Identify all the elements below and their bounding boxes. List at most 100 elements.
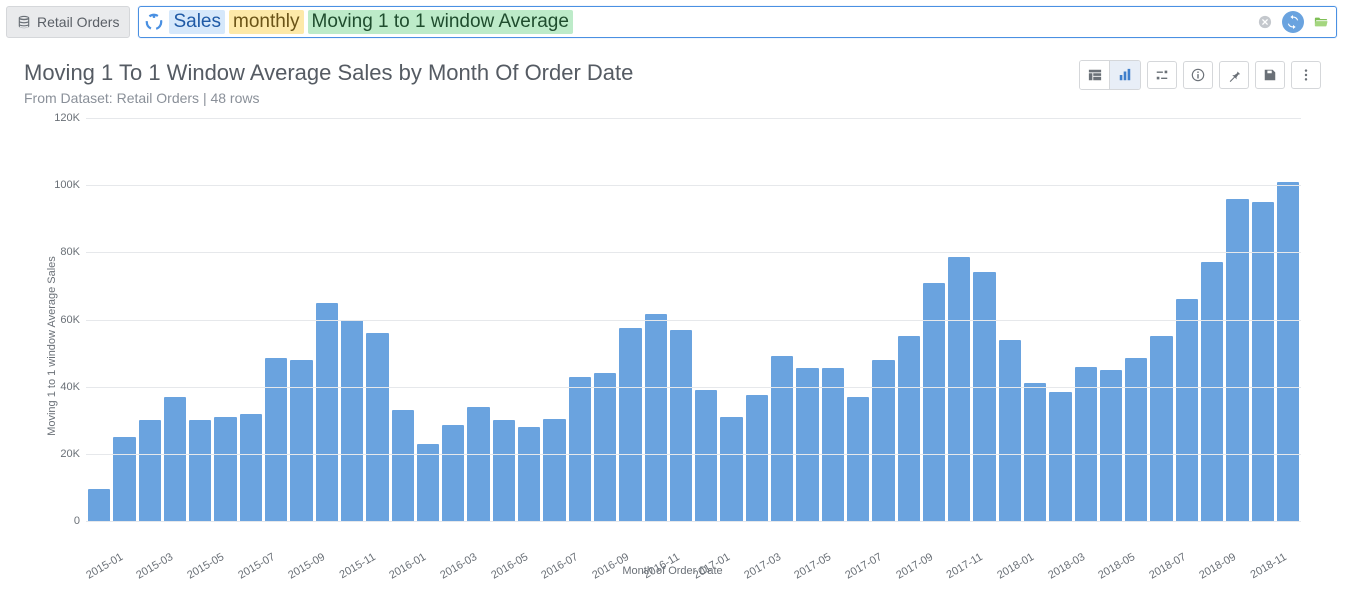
y-tick-label: 100K xyxy=(44,179,80,191)
bar[interactable] xyxy=(569,377,591,521)
bar[interactable] xyxy=(1125,358,1147,521)
query-input[interactable]: Sales monthly Moving 1 to 1 window Avera… xyxy=(138,6,1337,38)
bar[interactable] xyxy=(670,330,692,521)
bar[interactable] xyxy=(1075,367,1097,521)
query-tokens: Sales monthly Moving 1 to 1 window Avera… xyxy=(169,10,572,34)
bar[interactable] xyxy=(392,410,414,521)
bar[interactable] xyxy=(543,419,565,521)
x-tick-label: 2017-03 xyxy=(742,551,783,582)
bar[interactable] xyxy=(594,373,616,521)
more-button[interactable] xyxy=(1291,61,1321,89)
bar[interactable] xyxy=(695,390,717,521)
x-tick-label: 2015-01 xyxy=(84,551,125,582)
bar[interactable] xyxy=(999,340,1021,521)
bar[interactable] xyxy=(1201,262,1223,521)
bar[interactable] xyxy=(214,417,236,521)
bar[interactable] xyxy=(619,328,641,521)
bar[interactable] xyxy=(113,437,135,521)
clear-icon[interactable] xyxy=(1254,11,1276,33)
bar[interactable] xyxy=(746,395,768,521)
query-logo-icon xyxy=(145,13,163,31)
grid-line xyxy=(86,387,1301,388)
open-folder-icon[interactable] xyxy=(1310,11,1332,33)
bar[interactable] xyxy=(847,397,869,521)
x-tick-label: 2017-07 xyxy=(843,551,884,582)
chart-title: Moving 1 To 1 Window Average Sales by Mo… xyxy=(24,60,1079,86)
y-tick-label: 0 xyxy=(44,515,80,527)
bar[interactable] xyxy=(973,272,995,521)
bar[interactable] xyxy=(1176,299,1198,521)
bar[interactable] xyxy=(417,444,439,521)
x-ticks: 2015-012015-032015-052015-072015-092015-… xyxy=(86,523,1301,563)
bar[interactable] xyxy=(720,417,742,521)
bar[interactable] xyxy=(923,283,945,521)
bar[interactable] xyxy=(290,360,312,521)
save-button[interactable] xyxy=(1255,61,1285,89)
y-axis-label: Moving 1 to 1 window Average Sales xyxy=(46,256,58,436)
bar[interactable] xyxy=(442,425,464,521)
refresh-icon[interactable] xyxy=(1282,11,1304,33)
bar[interactable] xyxy=(1226,199,1248,521)
pin-icon xyxy=(1227,68,1241,82)
bar[interactable] xyxy=(265,358,287,521)
bar[interactable] xyxy=(467,407,489,521)
token-window[interactable]: Moving 1 to 1 window Average xyxy=(308,10,573,34)
bar[interactable] xyxy=(771,356,793,521)
bar[interactable] xyxy=(493,420,515,521)
dataset-pill[interactable]: Retail Orders xyxy=(6,6,130,38)
chart-subtitle: From Dataset: Retail Orders | 48 rows xyxy=(24,90,1079,106)
bar[interactable] xyxy=(366,333,388,521)
bar[interactable] xyxy=(872,360,894,521)
token-monthly[interactable]: monthly xyxy=(229,10,304,34)
info-button[interactable] xyxy=(1183,61,1213,89)
x-tick-label: 2016-05 xyxy=(489,551,530,582)
bar[interactable] xyxy=(948,257,970,521)
bar[interactable] xyxy=(88,489,110,521)
x-tick-label: 2018-07 xyxy=(1147,551,1188,582)
bar[interactable] xyxy=(796,368,818,521)
bar[interactable] xyxy=(1100,370,1122,521)
grid-line xyxy=(86,118,1301,119)
x-tick-label: 2016-03 xyxy=(438,551,479,582)
bar[interactable] xyxy=(645,314,667,521)
bar[interactable] xyxy=(341,320,363,522)
top-bar: Retail Orders Sales monthly Moving 1 to … xyxy=(0,0,1345,44)
bar[interactable] xyxy=(316,303,338,521)
x-tick-label: 2015-09 xyxy=(286,551,327,582)
x-tick-label: 2016-07 xyxy=(540,551,581,582)
x-tick-label: 2018-03 xyxy=(1046,551,1087,582)
pin-button[interactable] xyxy=(1219,61,1249,89)
kebab-icon xyxy=(1299,68,1313,82)
bar[interactable] xyxy=(898,336,920,521)
bar[interactable] xyxy=(189,420,211,521)
bar[interactable] xyxy=(1252,202,1274,521)
bar-chart-icon xyxy=(1118,68,1132,82)
header: Moving 1 To 1 Window Average Sales by Mo… xyxy=(0,44,1345,110)
x-tick-label: 2015-11 xyxy=(337,551,377,581)
bar[interactable] xyxy=(1150,336,1172,521)
chart-view-button[interactable] xyxy=(1110,61,1140,89)
bar[interactable] xyxy=(822,368,844,521)
table-view-button[interactable] xyxy=(1080,61,1110,89)
x-axis-label: Month of Order Date xyxy=(622,565,722,577)
bar[interactable] xyxy=(240,414,262,521)
token-sales[interactable]: Sales xyxy=(169,10,225,34)
x-tick-label: 2017-05 xyxy=(793,551,834,582)
x-tick-label: 2018-09 xyxy=(1198,551,1239,582)
y-tick-label: 80K xyxy=(44,246,80,258)
bar[interactable] xyxy=(1024,383,1046,521)
bar[interactable] xyxy=(139,420,161,521)
table-icon xyxy=(1088,68,1102,82)
sliders-icon xyxy=(1155,68,1169,82)
bar[interactable] xyxy=(518,427,540,521)
bar[interactable] xyxy=(164,397,186,521)
x-tick-label: 2018-01 xyxy=(995,551,1036,582)
bar[interactable] xyxy=(1049,392,1071,521)
x-tick-label: 2017-11 xyxy=(945,551,985,581)
x-tick-label: 2015-05 xyxy=(185,551,226,582)
settings-button[interactable] xyxy=(1147,61,1177,89)
save-icon xyxy=(1263,68,1277,82)
database-icon xyxy=(17,15,31,29)
bar[interactable] xyxy=(1277,182,1299,521)
x-tick-label: 2018-11 xyxy=(1249,551,1289,581)
